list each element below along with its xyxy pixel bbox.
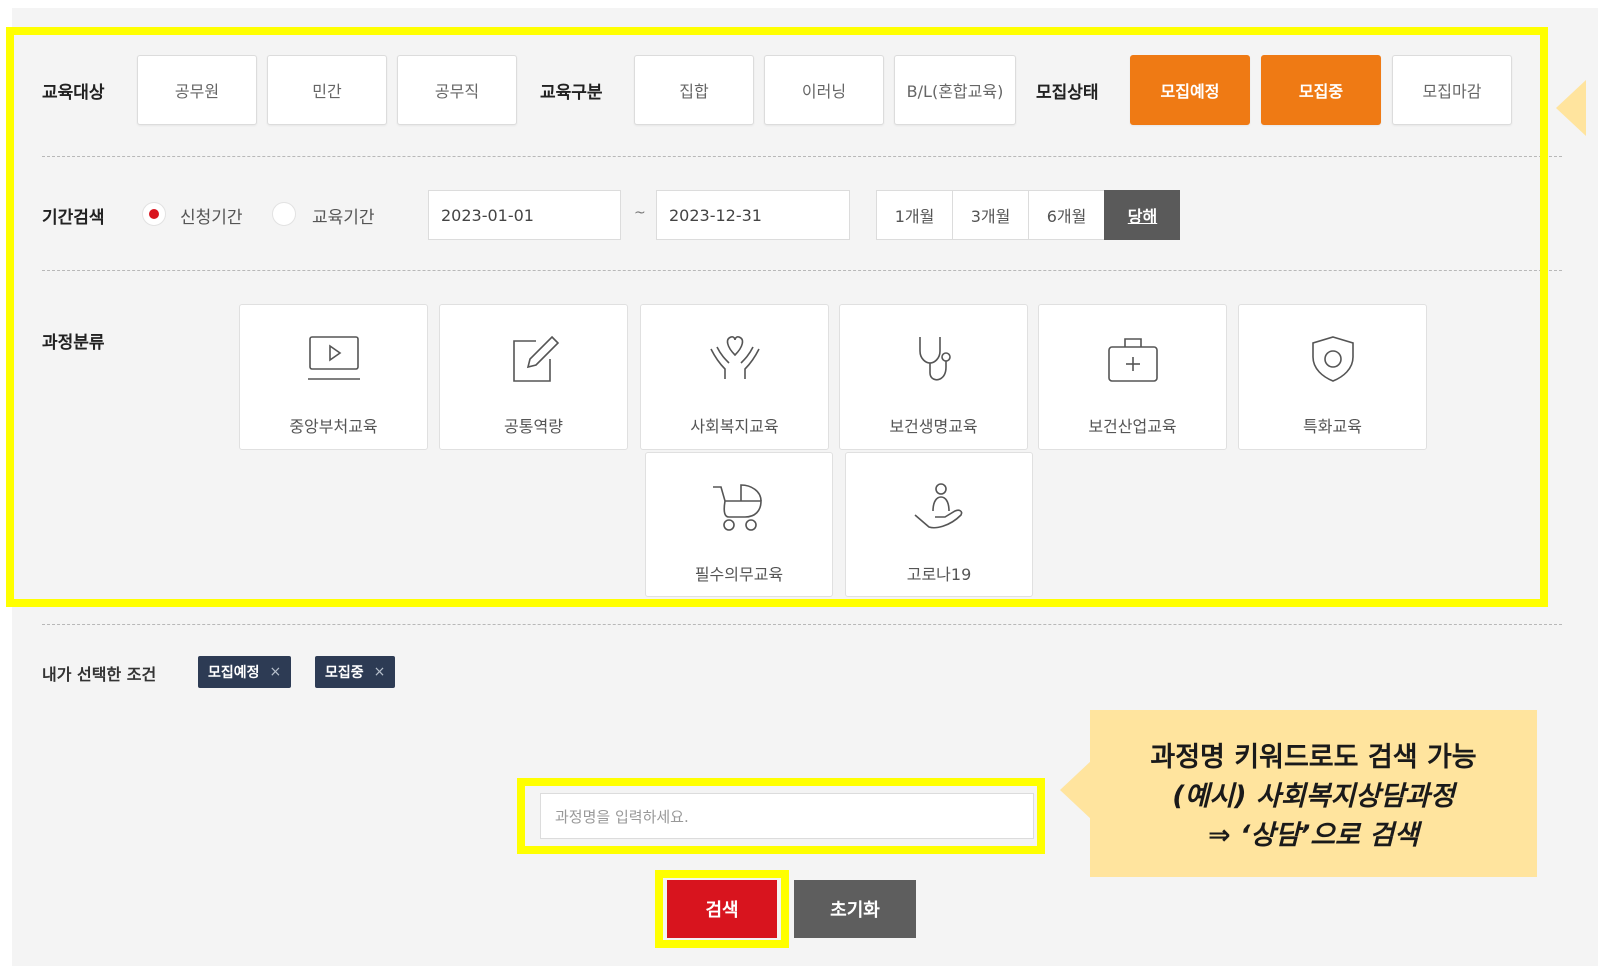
category-central-ministry[interactable]: 중앙부처교육 <box>239 304 428 450</box>
target-label: 교육대상 <box>42 83 105 103</box>
period-this-year-button[interactable]: 당해 <box>1104 190 1180 240</box>
category-label: 과정분류 <box>42 333 105 353</box>
period-3-month-button[interactable]: 3개월 <box>952 190 1028 240</box>
note-line-2: (예시) 사회복지상담과정 <box>1172 781 1455 812</box>
course-name-search-input[interactable]: 과정명을 입력하세요. <box>540 793 1034 839</box>
radio-apply-label: 신청기간 <box>180 208 243 228</box>
category-label-text: 보건생명교육 <box>889 417 978 436</box>
type-option-blended[interactable]: B/L(혼합교육) <box>894 55 1016 125</box>
type-option-offline[interactable]: 집합 <box>634 55 754 125</box>
callout-pointer <box>1060 760 1092 820</box>
period-6-month-button[interactable]: 6개월 <box>1028 190 1104 240</box>
target-option-public-official[interactable]: 공무원 <box>137 55 257 125</box>
tag-remove-icon[interactable]: × <box>270 664 282 680</box>
divider <box>42 270 1562 271</box>
category-label-text: 고로나19 <box>906 565 972 584</box>
category-mandatory[interactable]: 필수의무교육 <box>645 452 833 597</box>
date-range-tilde: ~ <box>634 205 646 221</box>
first-aid-kit-icon <box>1107 338 1158 382</box>
care-hand-icon <box>914 483 963 529</box>
stethoscope-icon <box>918 337 951 381</box>
category-social-welfare[interactable]: 사회복지교육 <box>640 304 829 450</box>
category-health-life[interactable]: 보건생명교육 <box>839 304 1028 450</box>
tag-remove-icon[interactable]: × <box>374 664 386 680</box>
category-covid19[interactable]: 고로나19 <box>845 452 1033 597</box>
category-label-text: 중앙부처교육 <box>289 417 378 436</box>
end-date-input[interactable]: 2023-12-31 <box>656 190 850 240</box>
tag-text: 모집예정 <box>208 665 260 681</box>
category-label-text: 사회복지교육 <box>690 417 779 436</box>
status-option-upcoming[interactable]: 모집예정 <box>1130 55 1250 125</box>
category-label-text: 보건산업교육 <box>1088 417 1177 436</box>
edit-icon <box>512 335 559 382</box>
category-label-text: 특화교육 <box>1303 417 1362 436</box>
divider <box>42 624 1562 625</box>
stroller-icon <box>713 484 762 531</box>
category-common-competency[interactable]: 공통역량 <box>439 304 628 450</box>
status-option-recruiting[interactable]: 모집중 <box>1261 55 1381 125</box>
divider <box>42 156 1562 157</box>
note-line-1: 과정명 키워드로도 검색 가능 <box>1150 742 1477 773</box>
heart-hands-icon <box>709 336 760 379</box>
target-option-public-worker[interactable]: 공무직 <box>397 55 517 125</box>
category-label-text: 필수의무교육 <box>694 565 784 584</box>
selected-conditions-label: 내가 선택한 조건 <box>42 665 157 684</box>
type-option-elearning[interactable]: 이러닝 <box>764 55 884 125</box>
shield-icon <box>1311 336 1354 382</box>
status-option-closed[interactable]: 모집마감 <box>1392 55 1512 125</box>
selected-tag-upcoming[interactable]: 모집예정 × <box>198 656 292 688</box>
radio-selected-dot <box>149 209 159 219</box>
radio-edu-period[interactable] <box>272 202 296 226</box>
radio-apply-period[interactable] <box>142 202 166 226</box>
period-label: 기간검색 <box>42 208 105 228</box>
keyword-search-note: 과정명 키워드로도 검색 가능 (예시) 사회복지상담과정 ⇒ ‘상담’으로 검… <box>1090 710 1537 877</box>
search-button[interactable]: 검색 <box>667 880 777 938</box>
category-specialized[interactable]: 특화교육 <box>1238 304 1427 450</box>
side-callout-pointer <box>1556 80 1586 136</box>
category-health-industry[interactable]: 보건산업교육 <box>1038 304 1227 450</box>
type-label: 교육구분 <box>540 83 603 103</box>
category-label-text: 공통역량 <box>504 417 563 436</box>
period-1-month-button[interactable]: 1개월 <box>876 190 952 240</box>
reset-button[interactable]: 초기화 <box>794 880 916 938</box>
start-date-input[interactable]: 2023-01-01 <box>428 190 621 240</box>
status-label: 모집상태 <box>1036 83 1099 103</box>
selected-tag-recruiting[interactable]: 모집중 × <box>315 656 396 688</box>
play-video-icon <box>307 336 360 380</box>
period-quick-buttons: 1개월 3개월 6개월 당해 <box>876 190 1180 240</box>
target-option-private[interactable]: 민간 <box>267 55 387 125</box>
tag-text: 모집중 <box>325 665 364 681</box>
note-line-3: ⇒ ‘상담’으로 검색 <box>1208 820 1419 851</box>
radio-edu-label: 교육기간 <box>312 208 375 228</box>
